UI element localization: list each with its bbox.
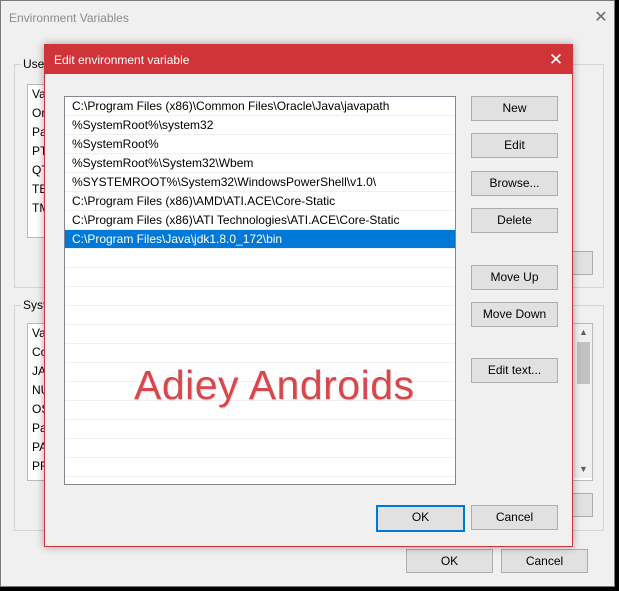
env-cancel-button[interactable]: Cancel xyxy=(501,549,588,573)
dialog-title: Edit environment variable xyxy=(54,53,190,67)
list-item-empty[interactable] xyxy=(65,420,455,439)
window-title: Environment Variables xyxy=(9,11,129,25)
list-item-empty[interactable] xyxy=(65,306,455,325)
chevron-up-icon[interactable]: ▲ xyxy=(575,324,592,341)
list-item-empty[interactable] xyxy=(65,249,455,268)
move-down-button[interactable]: Move Down xyxy=(471,302,558,327)
dialog-titlebar: Edit environment variable ✕ xyxy=(45,45,572,74)
move-up-button[interactable]: Move Up xyxy=(471,265,558,290)
list-item[interactable]: C:\Program Files (x86)\ATI Technologies\… xyxy=(65,211,455,230)
close-icon[interactable]: ✕ xyxy=(540,45,572,74)
list-item[interactable]: %SYSTEMROOT%\System32\WindowsPowerShell\… xyxy=(65,173,455,192)
path-list[interactable]: C:\Program Files (x86)\Common Files\Orac… xyxy=(64,96,456,485)
system-list-scrollbar[interactable]: ▲ ▼ xyxy=(574,324,592,478)
delete-button[interactable]: Delete xyxy=(471,208,558,233)
list-item-selected[interactable]: C:\Program Files\Java\jdk1.8.0_172\bin xyxy=(65,230,455,249)
watermark-text: Adiey Androids xyxy=(134,362,415,408)
env-ok-button[interactable]: OK xyxy=(406,549,493,573)
list-item[interactable]: %SystemRoot%\system32 xyxy=(65,116,455,135)
edit-environment-variable-dialog: Edit environment variable ✕ C:\Program F… xyxy=(44,44,573,547)
list-item[interactable]: C:\Program Files (x86)\AMD\ATI.ACE\Core-… xyxy=(65,192,455,211)
scrollbar-thumb[interactable] xyxy=(577,342,590,384)
list-item-empty[interactable] xyxy=(65,458,455,477)
list-item-empty[interactable] xyxy=(65,325,455,344)
list-item[interactable]: C:\Program Files (x86)\Common Files\Orac… xyxy=(65,97,455,116)
list-item-empty[interactable] xyxy=(65,287,455,306)
list-item-empty[interactable] xyxy=(65,344,455,363)
edit-text-button[interactable]: Edit text... xyxy=(471,358,558,383)
list-item[interactable]: %SystemRoot% xyxy=(65,135,455,154)
edit-button[interactable]: Edit xyxy=(471,133,558,158)
new-button[interactable]: New xyxy=(471,96,558,121)
chevron-down-icon[interactable]: ▼ xyxy=(575,461,592,478)
cancel-button[interactable]: Cancel xyxy=(471,505,558,530)
list-item-empty[interactable] xyxy=(65,268,455,287)
list-item[interactable]: %SystemRoot%\System32\Wbem xyxy=(65,154,455,173)
close-icon[interactable]: ✕ xyxy=(589,7,613,29)
list-item-empty[interactable] xyxy=(65,439,455,458)
ok-button[interactable]: OK xyxy=(376,505,465,532)
browse-button[interactable]: Browse... xyxy=(471,171,558,196)
